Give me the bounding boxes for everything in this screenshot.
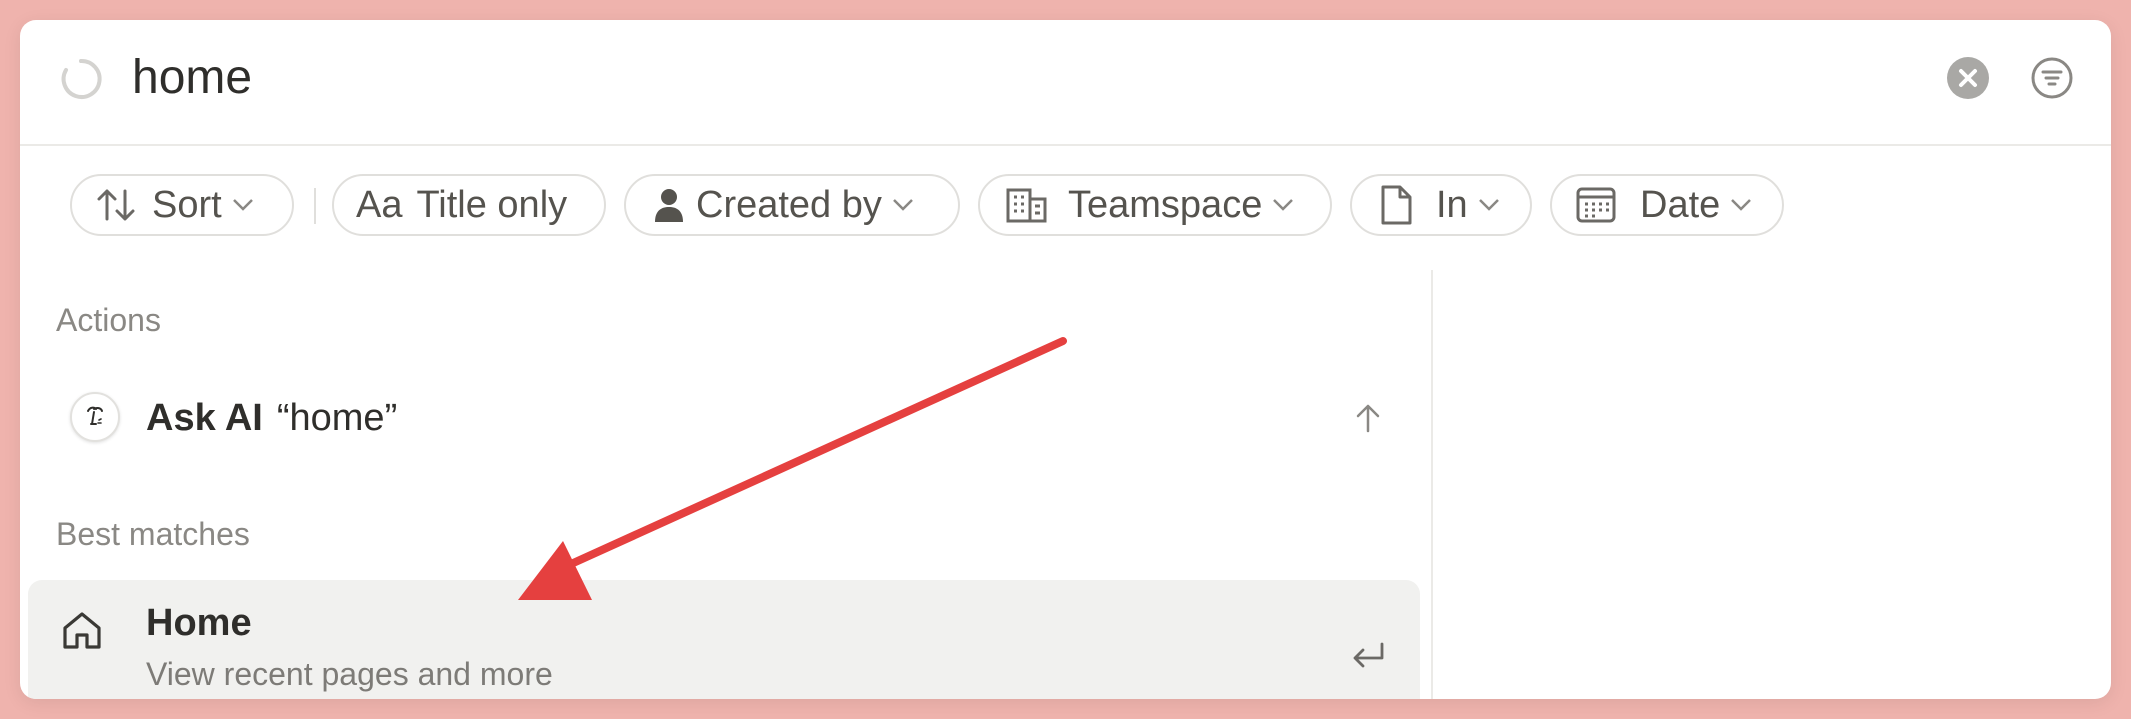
best-matches-section-label: Best matches (56, 516, 250, 552)
text-aa-icon: Aa (356, 184, 403, 226)
person-icon (655, 189, 683, 222)
chevron-down-icon (1478, 199, 1499, 211)
teamspace-filter-chip[interactable]: Teamspace (978, 174, 1332, 236)
chevron-down-icon (232, 199, 253, 211)
enter-icon (1353, 642, 1384, 668)
title-only-filter-chip[interactable]: Aa Title only (332, 174, 606, 236)
sort-filter-label: Sort (152, 184, 222, 226)
ask-ai-query: “home” (276, 397, 398, 439)
search-dialog: home Sort Aa Title only Created by Teams… (20, 20, 2111, 699)
ai-face-icon (70, 392, 120, 442)
best-match-title: Home (146, 602, 252, 644)
created-by-filter-label: Created by (696, 184, 882, 226)
chip-divider (314, 188, 316, 224)
building-icon (1006, 188, 1047, 223)
clear-search-icon[interactable] (1946, 56, 1990, 100)
in-filter-chip[interactable]: In (1350, 174, 1532, 236)
chevron-down-icon (893, 199, 913, 211)
search-input[interactable]: home (132, 46, 252, 110)
calendar-icon (1576, 187, 1616, 223)
title-only-filter-label: Title only (416, 184, 568, 226)
best-match-subtitle: View recent pages and more (146, 656, 553, 692)
document-icon (1381, 185, 1412, 225)
created-by-filter-chip[interactable]: Created by (624, 174, 960, 236)
teamspace-filter-label: Teamspace (1068, 184, 1263, 226)
loading-spinner-icon (61, 58, 102, 99)
date-filter-label: Date (1640, 184, 1721, 226)
chevron-down-icon (1273, 199, 1294, 211)
filter-icon[interactable] (2030, 56, 2074, 100)
arrow-up-icon (1356, 404, 1380, 433)
search-bar: home (20, 20, 2111, 146)
ask-ai-action[interactable]: Ask AI “home” (28, 370, 1424, 466)
chevron-down-icon (1731, 199, 1752, 211)
sort-filter-chip[interactable]: Sort (70, 174, 294, 236)
ask-ai-title: Ask AI “home” (146, 396, 397, 440)
sort-arrows-icon (97, 189, 135, 221)
ask-ai-label: Ask AI (146, 397, 263, 439)
results-pane: Actions Ask AI “home” Best matches Home (20, 270, 1432, 699)
actions-section-label: Actions (56, 302, 161, 338)
date-filter-chip[interactable]: Date (1550, 174, 1784, 236)
preview-pane-divider (1431, 270, 1433, 699)
in-filter-label: In (1436, 184, 1468, 226)
home-icon (63, 612, 101, 649)
best-match-home-item[interactable]: Home View recent pages and more (28, 580, 1420, 699)
